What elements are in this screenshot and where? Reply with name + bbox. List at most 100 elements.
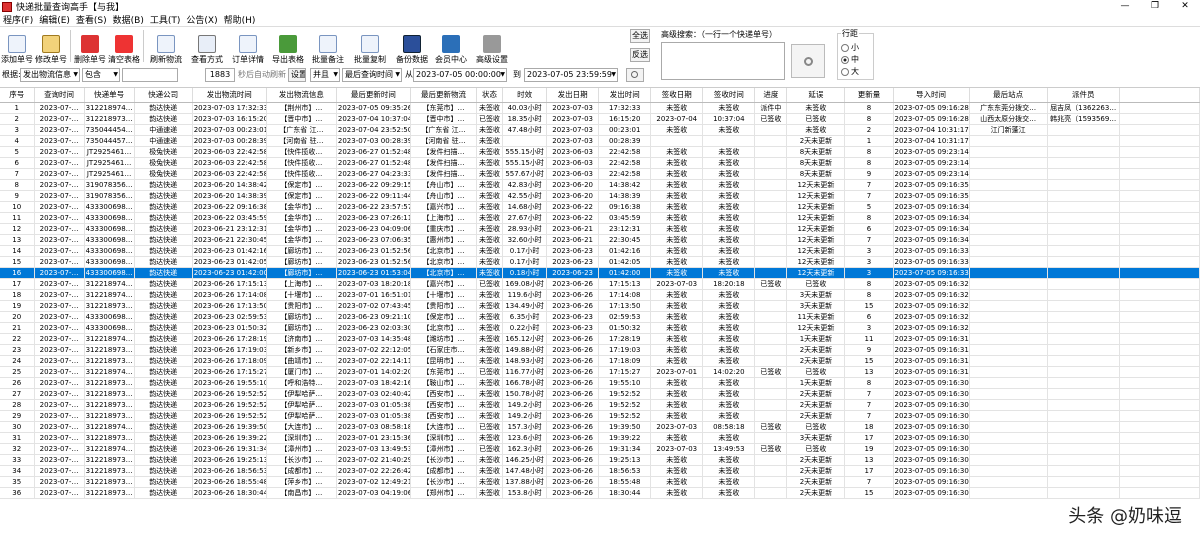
line-spacing-small[interactable]: 小: [841, 42, 859, 53]
table-row[interactable]: 33 2023-07-… 312218973… 韵达快递 2023-06-26 19:2…: [0, 454, 1200, 466]
date-from-input[interactable]: 2023-07-05 00:00:00 ▼: [413, 68, 507, 82]
menu-item[interactable]: 帮助(H): [221, 13, 259, 26]
column-header[interactable]: 派件员: [1047, 88, 1120, 103]
table-row[interactable]: 36 2023-07-… 312218973… 韵达快递 2023-06-26 18:3…: [0, 487, 1200, 499]
table-row[interactable]: 31 2023-07-… 312218973… 韵达快递 2023-06-26 19:3…: [0, 432, 1200, 444]
menu-item[interactable]: 公告(X): [183, 13, 220, 26]
table-row[interactable]: 29 2023-07-… 312218973… 韵达快递 2023-06-26 19:5…: [0, 410, 1200, 422]
table-cell: 5: [844, 201, 894, 213]
table-row[interactable]: 20 2023-07-… 433300698… 韵达快递 2023-06-23 02:5…: [0, 311, 1200, 323]
column-header[interactable]: 发出物流信息: [266, 88, 337, 103]
table-row[interactable]: 10 2023-07-… 433300698… 韵达快递 2023-06-22 09:1…: [0, 201, 1200, 213]
column-header[interactable]: 签收日期: [650, 88, 704, 103]
table-row[interactable]: 18 2023-07-… 312218974… 韵达快递 2023-06-26 17:1…: [0, 289, 1200, 301]
column-header[interactable]: 更新量: [844, 88, 894, 103]
toolbar-button-9[interactable]: 批量复制: [348, 27, 392, 65]
time-field-select[interactable]: 最后查询时间 ▼: [342, 68, 402, 82]
table-row[interactable]: 24 2023-07-… 312218973… 韵达快递 2023-06-26 17:1…: [0, 355, 1200, 367]
invert-selection-button[interactable]: 反选: [630, 48, 650, 62]
menu-item[interactable]: 查看(S): [73, 13, 110, 26]
table-row[interactable]: 26 2023-07-… 312218973… 韵达快递 2023-06-26 19:5…: [0, 377, 1200, 389]
results-grid[interactable]: 序号 查询时间 快递单号 快递公司 发出物流时间 发出物流信息 最后更新时间 最后更新物流 状态…: [0, 87, 1200, 534]
table-row[interactable]: 6 2023-07-… JT2925461… 极兔快递 2023-06-03 22:42…: [0, 157, 1200, 169]
table-row[interactable]: 28 2023-07-… 312218973… 韵达快递 2023-06-26 19:5…: [0, 399, 1200, 411]
table-row[interactable]: 9 2023-07-… 319078356… 韵达快递 2023-06-20 14:38…: [0, 190, 1200, 202]
select-all-button[interactable]: 全选: [630, 29, 650, 43]
toolbar-button-6[interactable]: 订单详情: [228, 27, 268, 65]
filter-keyword-input[interactable]: [122, 68, 178, 82]
maximize-button[interactable]: ❐: [1140, 0, 1170, 13]
filter-field-select[interactable]: 发出物流信息 ▼: [20, 68, 80, 82]
table-row[interactable]: 4 2023-07-… 735044457… 中通速递 2023-07-03 00:28…: [0, 135, 1200, 147]
column-header[interactable]: 签收时间: [702, 88, 756, 103]
table-row[interactable]: 17 2023-07-… 312218974… 韵达快递 2023-06-26 17:1…: [0, 278, 1200, 290]
column-header[interactable]: 状态: [476, 88, 504, 103]
minimize-button[interactable]: —: [1110, 0, 1140, 13]
line-spacing-medium[interactable]: 中: [841, 54, 859, 65]
table-row[interactable]: 23 2023-07-… 312218973… 韵达快递 2023-06-26 17:1…: [0, 344, 1200, 356]
member-icon: [442, 35, 460, 53]
table-row[interactable]: 32 2023-07-… 312218974… 韵达快递 2023-06-26 19:3…: [0, 443, 1200, 455]
advanced-search-input[interactable]: [661, 42, 785, 80]
advanced-search-button[interactable]: [791, 44, 825, 78]
column-header[interactable]: 最后站点: [969, 88, 1048, 103]
table-row[interactable]: 8 2023-07-… 319078356… 韵达快递 2023-06-20 14:38…: [0, 179, 1200, 191]
table-row[interactable]: 21 2023-07-… 433300698… 韵达快递 2023-06-23 01:5…: [0, 322, 1200, 334]
close-button[interactable]: ✕: [1170, 0, 1200, 13]
toolbar-button-3[interactable]: 清空表格: [107, 27, 141, 65]
filter-search-button[interactable]: [626, 68, 644, 82]
table-row[interactable]: 14 2023-07-… 433300698… 韵达快递 2023-06-23 01:4…: [0, 245, 1200, 257]
table-row[interactable]: 34 2023-07-… 312218973… 韵达快递 2023-06-26 18:5…: [0, 465, 1200, 477]
table-row[interactable]: 35 2023-07-… 312218973… 韵达快递 2023-06-26 18:5…: [0, 476, 1200, 488]
table-row[interactable]: 1 2023-07-… 312218974… 韵达快递 2023-07-03 17:32…: [0, 102, 1200, 114]
toolbar-button-2[interactable]: 删除单号: [73, 27, 107, 65]
table-row[interactable]: 3 2023-07-… 735044454… 中通速递 2023-07-03 00:23…: [0, 124, 1200, 136]
menu-item[interactable]: 程序(F): [0, 13, 36, 26]
logic-select[interactable]: 并且 ▼: [310, 68, 340, 82]
menu-item[interactable]: 数据(B): [110, 13, 147, 26]
table-row[interactable]: 27 2023-07-… 312218973… 韵达快递 2023-06-26 19:5…: [0, 388, 1200, 400]
table-row[interactable]: 7 2023-07-… JT2925461… 极兔快递 2023-06-03 22:42…: [0, 168, 1200, 180]
table-row[interactable]: 5 2023-07-… JT2925461… 极兔快递 2023-06-03 22:42…: [0, 146, 1200, 158]
menu-item[interactable]: 编辑(E): [36, 13, 73, 26]
date-to-input[interactable]: 2023-07-05 23:59:59 ▼: [524, 68, 618, 82]
column-header[interactable]: 导入时间: [893, 88, 970, 103]
table-row[interactable]: 25 2023-07-… 312218974… 韵达快递 2023-06-26 17:1…: [0, 366, 1200, 378]
column-header[interactable]: 发出日期: [546, 88, 600, 103]
table-row[interactable]: 11 2023-07-… 433300698… 韵达快递 2023-06-22 03:4…: [0, 212, 1200, 224]
table-row[interactable]: 19 2023-07-… 312218973… 韵达快递 2023-06-26 17:1…: [0, 300, 1200, 312]
column-header[interactable]: 最后更新时间: [336, 88, 411, 103]
table-row[interactable]: 16 2023-07-… 433300698… 韵达快递 2023-06-23 01:4…: [0, 267, 1200, 279]
table-row[interactable]: 12 2023-07-… 433300698… 韵达快递 2023-06-21 23:1…: [0, 223, 1200, 235]
table-row[interactable]: 30 2023-07-… 312218974… 韵达快递 2023-06-26 19:3…: [0, 421, 1200, 433]
toolbar-button-7[interactable]: 导出表格: [268, 27, 308, 65]
column-header[interactable]: 进度: [754, 88, 788, 103]
table-row[interactable]: 2 2023-07-… 312218973… 韵达快递 2023-07-03 16:15…: [0, 113, 1200, 125]
settings-button[interactable]: 设置: [288, 68, 306, 82]
column-header[interactable]: 快递单号: [84, 88, 135, 103]
filter-operator-select[interactable]: 包含 ▼: [82, 68, 120, 82]
column-header[interactable]: 最后更新物流: [410, 88, 478, 103]
toolbar-button-8[interactable]: 批量备注: [308, 27, 348, 65]
line-spacing-large[interactable]: 大: [841, 66, 859, 77]
column-header[interactable]: 序号: [0, 88, 35, 103]
toolbar-button-0[interactable]: 添加单号: [0, 27, 34, 65]
column-header[interactable]: 延误: [786, 88, 846, 103]
menu-item[interactable]: 工具(T): [147, 13, 184, 26]
column-header[interactable]: 发出物流时间: [192, 88, 267, 103]
toolbar-button-1[interactable]: 修改单号: [34, 27, 68, 65]
table-row[interactable]: 22 2023-07-… 312218974… 韵达快递 2023-06-26 17:2…: [0, 333, 1200, 345]
column-header[interactable]: 快递公司: [134, 88, 193, 103]
toolbar-button-4[interactable]: 刷新物流: [146, 27, 186, 65]
column-header[interactable]: 时效: [502, 88, 548, 103]
table-row[interactable]: 13 2023-07-… 433300698… 韵达快递 2023-06-21 22:3…: [0, 234, 1200, 246]
table-row[interactable]: 15 2023-07-… 433300698… 韵达快递 2023-06-23 01:4…: [0, 256, 1200, 268]
toolbar-button-12[interactable]: 高级设置: [470, 27, 514, 65]
toolbar-button-11[interactable]: 会员中心: [432, 27, 470, 65]
toolbar-button-10[interactable]: 备份数据: [392, 27, 432, 65]
table-cell: [1047, 223, 1120, 235]
refresh-interval-input[interactable]: 1883: [205, 68, 235, 82]
column-header[interactable]: 查询时间: [34, 88, 85, 103]
toolbar-button-5[interactable]: 查看方式: [186, 27, 228, 65]
column-header[interactable]: 发出时间: [598, 88, 652, 103]
